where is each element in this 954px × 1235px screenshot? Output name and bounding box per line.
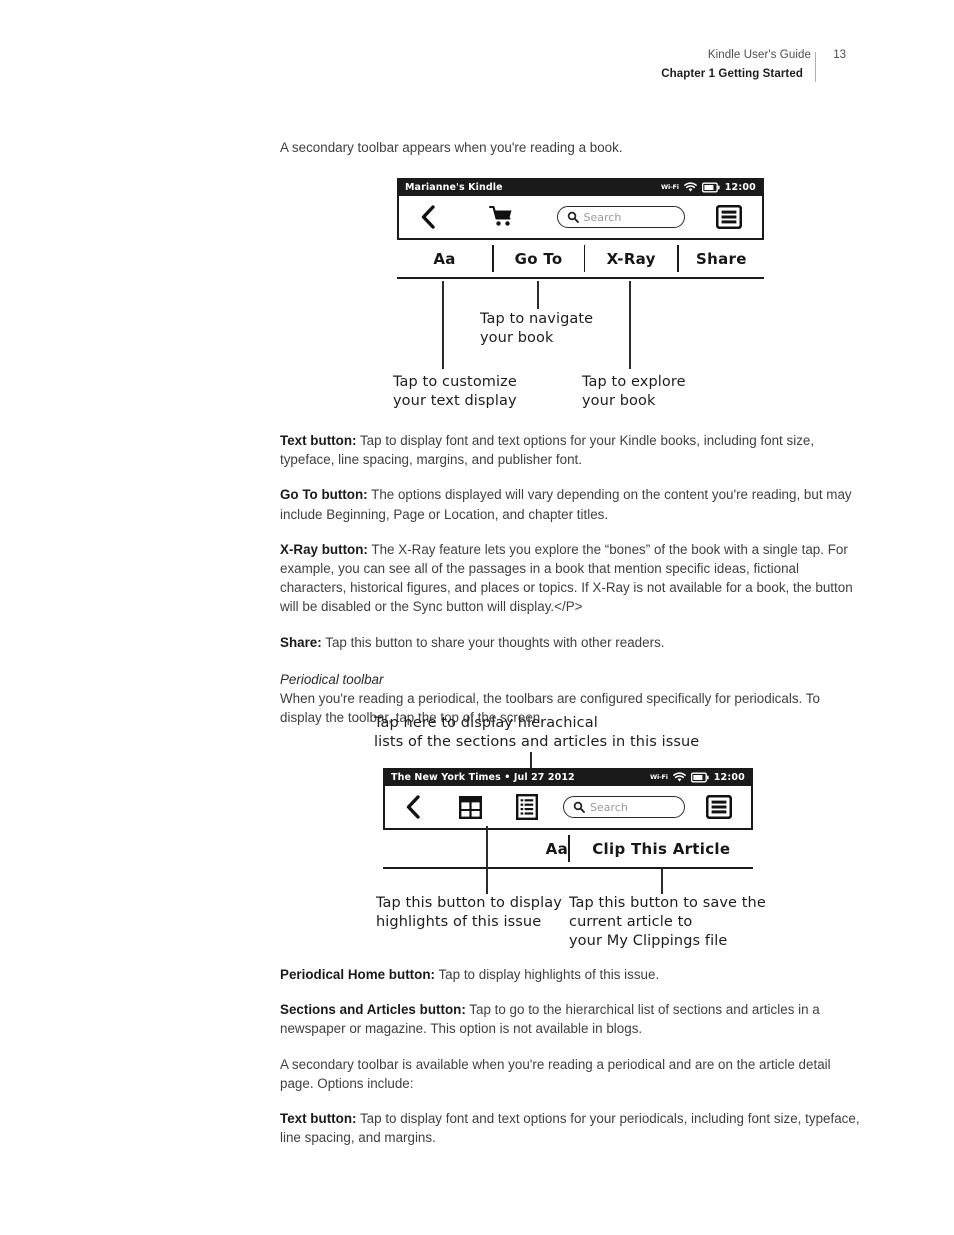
periodical-device-name: The New York Times • Jul 27 2012 [391, 771, 575, 783]
periodical-toolbar-figure: The New York Times • Jul 27 2012 Wi-Fi 1… [383, 768, 753, 869]
battery-icon [690, 768, 709, 787]
leader-line-home [486, 826, 488, 894]
page-header: Kindle User's Guide 13 Chapter 1 Getting… [661, 49, 846, 82]
periodical-status-indicators: Wi-Fi 12:00 [650, 768, 745, 787]
callout-highlights-issue: Tap this button to display highlights of… [376, 895, 562, 930]
callout-text-display: Tap to customize your text display [393, 374, 517, 409]
body-block-1: Text button: Tap to display font and tex… [280, 431, 863, 727]
paragraph-label: Share: [280, 634, 322, 650]
callout-clippings-file: Tap this button to save the current arti… [569, 895, 766, 949]
page-number: 13 [833, 49, 846, 61]
search-icon [567, 211, 579, 223]
periodical-status-bar: The New York Times • Jul 27 2012 Wi-Fi 1… [383, 768, 753, 786]
paragraph-label: Go To button: [280, 487, 368, 503]
paragraph-label: Text button: [280, 433, 357, 448]
menu-icon [716, 205, 742, 229]
paragraph-text-button-2: Text button: Tap to display font and tex… [280, 1109, 863, 1147]
book-status-indicators: Wi-Fi 12:00 [661, 178, 756, 197]
leader-line-goto [537, 281, 539, 309]
back-chevron-icon [406, 795, 420, 819]
secondary-item-xray[interactable]: X-Ray [585, 240, 677, 277]
leader-line-text [442, 281, 444, 369]
paragraph-sections-articles: Sections and Articles button: Tap to go … [280, 1000, 863, 1038]
search-icon [573, 801, 585, 813]
chapter-title: Chapter 1 Getting Started [661, 67, 803, 80]
paragraph-text-button: Text button: Tap to display font and tex… [280, 431, 863, 469]
periodical-home-grid-icon [458, 795, 482, 819]
callout-hierarchical-lists: Tap here to display hierachical lists of… [374, 715, 700, 750]
back-button[interactable] [399, 204, 457, 230]
paragraph-periodical-home: Periodical Home button: Tap to display h… [280, 965, 863, 984]
paragraph-body: Tap to display font and text options for… [280, 1111, 860, 1146]
book-device-name: Marianne's Kindle [405, 181, 503, 193]
paragraph-label: Sections and Articles button: [280, 1002, 466, 1018]
paragraph-label: X-Ray button: [280, 541, 368, 557]
callout-explore-book: Tap to explore your book [582, 374, 686, 409]
search-field[interactable]: Search [545, 206, 696, 228]
battery-icon [701, 178, 720, 197]
search-placeholder: Search [583, 210, 622, 224]
wifi-label: Wi-Fi [649, 773, 668, 781]
intro-paragraph-wrap: A secondary toolbar appears when you're … [280, 138, 863, 157]
sections-articles-button[interactable] [499, 794, 555, 820]
paragraph-share-button: Share: Tap this button to share your tho… [280, 633, 863, 652]
leader-line-xray [629, 281, 631, 369]
paragraph-label: Periodical Home button: [280, 967, 435, 982]
back-chevron-icon [421, 205, 435, 229]
wifi-label: Wi-Fi [660, 183, 679, 191]
callout-navigate-book: Tap to navigate your book [480, 311, 594, 346]
leader-line-clip [661, 869, 663, 894]
periodical-secondary-toolbar: Aa Clip This Article [383, 830, 753, 869]
search-placeholder: Search [590, 800, 628, 814]
secondary-item-text[interactable]: Aa [397, 240, 492, 277]
menu-button[interactable] [687, 795, 751, 819]
header-rule [815, 52, 816, 82]
guide-title: Kindle User's Guide [707, 49, 811, 61]
secondary-item-goto[interactable]: Go To [494, 240, 584, 277]
book-main-toolbar: Search [397, 196, 764, 240]
header-top-row: Kindle User's Guide 13 [661, 49, 846, 62]
secondary-item-clip[interactable]: Clip This Article [570, 830, 753, 867]
menu-button[interactable] [696, 205, 762, 229]
paragraph-goto-button: Go To button: The options displayed will… [280, 485, 863, 523]
periodical-home-button[interactable] [441, 795, 499, 820]
paragraph-body: Tap to display font and text options for… [280, 433, 815, 468]
sections-articles-list-icon [516, 794, 538, 820]
wifi-icon [672, 768, 686, 787]
store-button[interactable] [457, 205, 545, 229]
secondary-item-text[interactable]: Aa [383, 830, 568, 867]
intro-paragraph: A secondary toolbar appears when you're … [280, 140, 623, 155]
paragraph-xray-button: X-Ray button: The X-Ray feature lets you… [280, 540, 863, 617]
book-toolbar-figure: Marianne's Kindle Wi-Fi 12:00 Search Aa … [397, 178, 764, 279]
book-status-bar: Marianne's Kindle Wi-Fi 12:00 [397, 178, 764, 196]
book-clock: 12:00 [724, 181, 756, 193]
back-button[interactable] [385, 794, 441, 820]
body-block-2: Periodical Home button: Tap to display h… [280, 965, 863, 1147]
book-secondary-toolbar: Aa Go To X-Ray Share [397, 240, 764, 279]
periodical-main-toolbar: Search [383, 786, 753, 830]
wifi-icon [683, 178, 697, 197]
menu-icon [706, 795, 732, 819]
subheading-periodical-toolbar: Periodical toolbar [280, 671, 384, 687]
paragraph-label: Text button: [280, 1111, 357, 1127]
periodical-clock: 12:00 [713, 771, 745, 783]
shopping-cart-icon [488, 205, 512, 226]
paragraph-secondary-periodical: A secondary toolbar is available when yo… [280, 1056, 831, 1091]
secondary-item-share[interactable]: Share [679, 240, 764, 277]
search-box[interactable]: Search [563, 796, 685, 818]
search-field[interactable]: Search [555, 796, 687, 818]
paragraph-body: Tap to display highlights of this issue. [434, 967, 660, 982]
paragraph-body: Tap this button to share your thoughts w… [321, 634, 665, 650]
search-box[interactable]: Search [556, 206, 685, 228]
